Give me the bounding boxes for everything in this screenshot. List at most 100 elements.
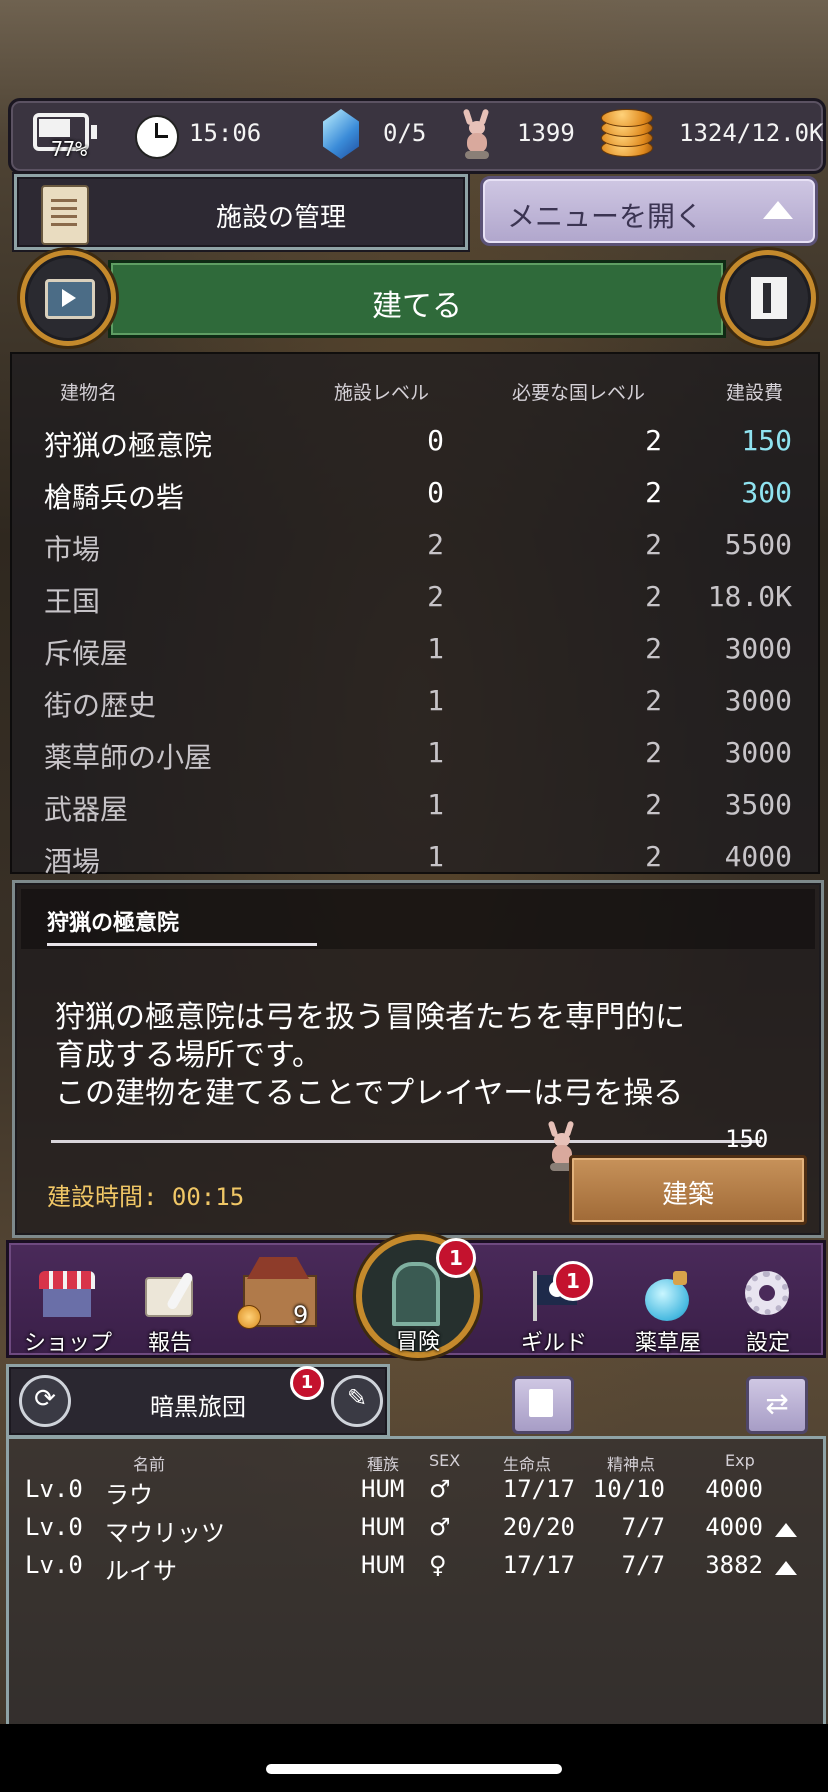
building-name: 槍騎兵の砦	[44, 481, 185, 514]
member-hp: 20/20	[502, 1513, 575, 1541]
building-cost: 300	[741, 476, 792, 509]
building-req: 2	[645, 632, 662, 665]
party-member-row[interactable]: Lv.0 ルイサ HUM ♀ 17/17 7/7 3882	[9, 1551, 823, 1589]
building-req: 2	[645, 424, 662, 457]
building-row[interactable]: 王国 2 2 18.0K	[12, 580, 818, 632]
exit-button[interactable]	[720, 250, 816, 346]
nav-settings[interactable]: 設定	[723, 1267, 813, 1356]
nav-report[interactable]: 報告	[125, 1267, 215, 1356]
member-sex: ♂	[429, 1475, 451, 1503]
building-row[interactable]: 槍騎兵の砦 0 2 300	[12, 476, 818, 528]
slider-value: 150	[725, 1125, 769, 1153]
nav-guild-label: ギルド	[520, 1331, 587, 1356]
level-up-arrow-icon	[775, 1561, 797, 1575]
swap-arrows-icon: ⇄	[765, 1387, 789, 1420]
col-header-cost: 建設費	[726, 382, 784, 404]
build-bar[interactable]: 建てる	[108, 260, 726, 338]
gold-coins-icon	[599, 109, 653, 159]
party-member-list: 名前 種族 SEX 生命点 精神点 Exp Lv.0 ラウ HUM ♂ 17/17 10/…	[6, 1436, 826, 1728]
gold-count: 1324/12.0K	[679, 119, 824, 147]
level-up-arrow-icon	[775, 1523, 797, 1537]
member-hp: 17/17	[502, 1551, 575, 1579]
nav-settings-label: 設定	[745, 1331, 790, 1356]
member-mp: 10/10	[592, 1475, 665, 1503]
potion-icon	[639, 1271, 695, 1321]
col-header-name: 建物名	[60, 382, 118, 404]
party-col-exp: Exp	[725, 1451, 755, 1470]
clock-icon	[135, 115, 179, 159]
adventure-label: 冒険	[395, 1330, 440, 1355]
battery-icon: 77%	[33, 113, 101, 161]
town-count: 9	[293, 1301, 309, 1329]
party-list-button[interactable]	[512, 1376, 574, 1434]
adventure-badge: 1	[436, 1238, 476, 1278]
member-lv: Lv.0	[25, 1551, 83, 1579]
gem-count: 0/5	[383, 119, 427, 147]
member-sex: ♀	[429, 1551, 447, 1579]
scroll-quill-icon	[141, 1271, 197, 1317]
building-level: 1	[427, 684, 444, 717]
member-race: HUM	[361, 1551, 405, 1579]
member-exp: 3882	[705, 1551, 763, 1579]
time-text: 15:06	[189, 119, 262, 147]
building-level: 2	[427, 580, 444, 613]
building-req: 2	[645, 580, 662, 613]
building-row[interactable]: 斥候屋 1 2 3000	[12, 632, 818, 684]
detail-description: 狩猟の極意院は弓を扱う冒険者たちを専門的に 育成する場所です。 この建物を建てる…	[55, 999, 795, 1113]
building-row[interactable]: 武器屋 1 2 3500	[12, 788, 818, 840]
building-level: 1	[427, 736, 444, 769]
building-row[interactable]: 薬草師の小屋 1 2 3000	[12, 736, 818, 788]
building-req: 2	[645, 528, 662, 561]
building-level: 2	[427, 528, 444, 561]
rabbit-statue-icon	[462, 108, 491, 161]
party-col-mp: 精神点	[607, 1455, 656, 1474]
party-header: ⟳ 暗黒旅団 ✎	[6, 1364, 390, 1438]
building-row[interactable]: 市場 2 2 5500	[12, 528, 818, 580]
open-menu-label: メニューを開く	[507, 200, 704, 233]
facility-manage-header: 施設の管理	[14, 174, 468, 250]
swap-button[interactable]: ⇄	[746, 1376, 808, 1434]
detail-title: 狩猟の極意院	[47, 911, 180, 936]
gear-icon	[739, 1271, 795, 1317]
gate-icon	[392, 1262, 440, 1326]
building-name: 酒場	[44, 845, 101, 878]
title-underline	[47, 943, 317, 946]
building-row[interactable]: 狩猟の極意院 0 2 150	[12, 424, 818, 476]
building-cost: 4000	[724, 840, 792, 873]
cost-slider-track[interactable]	[51, 1140, 761, 1143]
building-level: 1	[427, 788, 444, 821]
battery-percent: 77%	[51, 137, 88, 161]
building-req: 2	[645, 684, 662, 717]
guild-badge: 1	[553, 1261, 593, 1301]
construct-button[interactable]: 建築	[569, 1155, 807, 1225]
description-line: 育成する場所です。	[55, 1038, 322, 1073]
nav-town[interactable]: 9	[229, 1257, 329, 1343]
member-exp: 4000	[705, 1475, 763, 1503]
member-mp: 7/7	[621, 1513, 665, 1541]
building-req: 2	[645, 476, 662, 509]
party-member-row[interactable]: Lv.0 マウリッツ HUM ♂ 20/20 7/7 4000	[9, 1513, 823, 1551]
home-indicator[interactable]	[266, 1764, 562, 1774]
party-member-row[interactable]: Lv.0 ラウ HUM ♂ 17/17 10/10 4000	[9, 1475, 823, 1513]
member-hp: 17/17	[502, 1475, 575, 1503]
member-race: HUM	[361, 1475, 405, 1503]
video-ad-button[interactable]	[20, 250, 116, 346]
member-sex: ♂	[429, 1513, 451, 1541]
building-row[interactable]: 街の歴史 1 2 3000	[12, 684, 818, 736]
nav-herb-shop[interactable]: 薬草屋	[623, 1267, 713, 1356]
member-race: HUM	[361, 1513, 405, 1541]
building-name: 薬草師の小屋	[44, 741, 213, 774]
nav-shop[interactable]: ショップ	[23, 1267, 113, 1356]
rabbit-count: 1399	[517, 119, 575, 147]
building-name: 狩猟の極意院	[44, 429, 213, 462]
building-req: 2	[645, 736, 662, 769]
member-name: マウリッツ	[105, 1519, 225, 1547]
party-badge: 1	[290, 1366, 324, 1400]
edit-party-button[interactable]: ✎	[331, 1375, 383, 1427]
door-icon	[751, 277, 787, 319]
member-mp: 7/7	[621, 1551, 665, 1579]
party-col-name: 名前	[133, 1455, 166, 1474]
building-cost: 3000	[724, 684, 792, 717]
member-name: ラウ	[105, 1481, 153, 1509]
open-menu-button[interactable]: メニューを開く	[480, 176, 818, 246]
